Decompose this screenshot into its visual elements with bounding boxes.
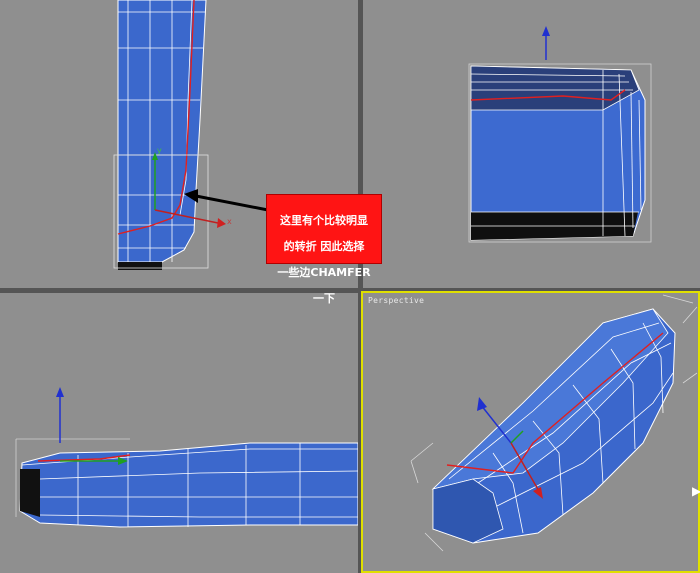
callout-line: 一下 (313, 292, 335, 305)
callout-line: 的转折 因此选择 (283, 240, 365, 253)
callout-text: 这里有个比较明显 的转折 因此选择 一些边CHAMFER 一下 (267, 201, 381, 318)
mouse-cursor-icon: ▶ (692, 484, 700, 498)
callout-line: 一些边CHAMFER (277, 266, 371, 279)
annotation-callout: 这里有个比较明显 的转折 因此选择 一些边CHAMFER 一下 (266, 194, 382, 305)
callout-line: 这里有个比较明显 (280, 214, 368, 227)
